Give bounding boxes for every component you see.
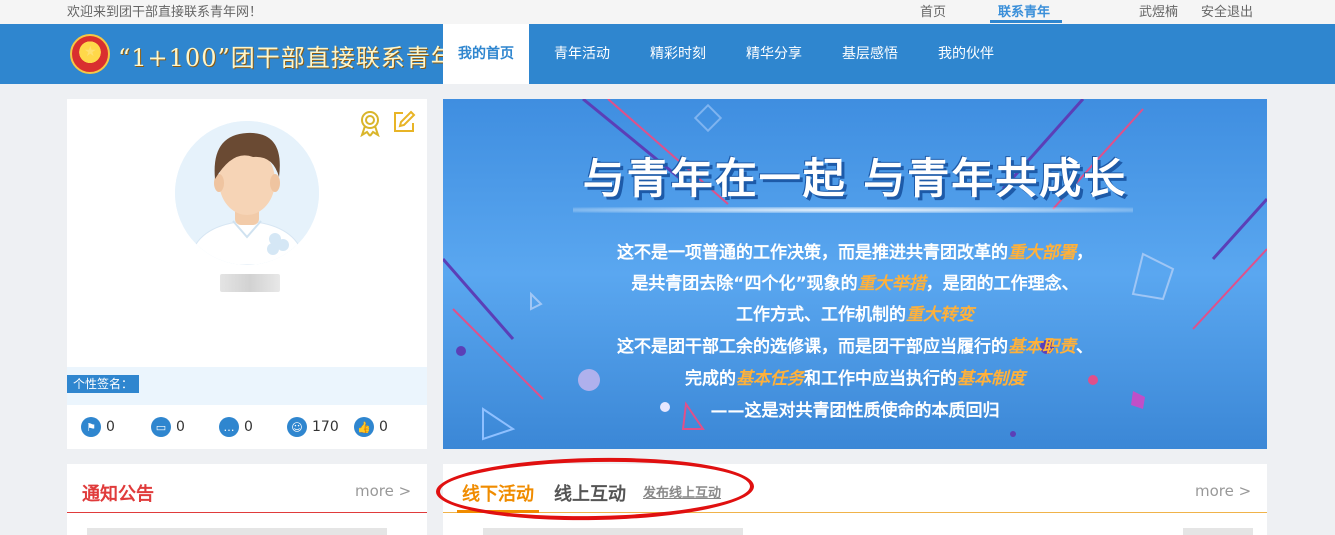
activity-more-link[interactable]: more > xyxy=(1195,482,1251,500)
stat-value: 0 xyxy=(176,419,185,435)
stat-messages[interactable]: … 0 xyxy=(219,415,253,439)
logout-link[interactable]: 安全退出 xyxy=(1201,1,1253,20)
banner-glow xyxy=(573,207,1133,213)
stat-value: 0 xyxy=(379,419,388,435)
user-icon: ☺ xyxy=(287,417,307,437)
signature-label: 个性签名： xyxy=(67,375,140,393)
stat-contacts[interactable]: ☺ 170 xyxy=(287,415,339,439)
user-name[interactable]: 武煜楠 xyxy=(1139,1,1178,20)
nav-grassroots[interactable]: 基层感悟 xyxy=(828,24,912,84)
banner-highlight: 重大举措 xyxy=(857,274,926,294)
top-bar: 欢迎来到团干部直接联系青年网！ 首页 联系青年 武煜楠 安全退出 xyxy=(0,0,1335,24)
signature-bar: 个性签名： xyxy=(67,367,427,405)
nav-my-home[interactable]: 我的首页 xyxy=(443,24,529,84)
list-item[interactable] xyxy=(87,528,387,535)
banner-text: 和工作中应当执行的 xyxy=(804,369,957,389)
banner-line-4: 这不是团干部工余的选修课，而是团干部应当履行的基本职责、 xyxy=(443,332,1267,357)
edit-icon[interactable] xyxy=(392,110,416,134)
award-icon[interactable] xyxy=(357,109,383,137)
activity-panel: 线下活动 线上互动 发布线上互动 more > xyxy=(443,464,1267,535)
banner-text: 这不是一项普通的工作决策，而是推进共青团改革的 xyxy=(617,243,1008,263)
notice-title: 通知公告 xyxy=(82,484,154,505)
main-nav: ★ “1+100”团干部直接联系青年 我的首页 青年活动 精彩时刻 精华分享 基… xyxy=(0,24,1335,84)
monitor-icon: ▭ xyxy=(151,417,171,437)
banner-line-2: 是共青团去除“四个化”现象的重大举措，是团的工作理念、 xyxy=(443,269,1267,294)
username-blurred xyxy=(220,274,280,292)
active-link-underline xyxy=(990,20,1062,23)
thumbs-up-icon: 👍 xyxy=(354,417,374,437)
stat-value: 170 xyxy=(312,419,339,435)
notice-divider xyxy=(67,512,427,513)
list-item[interactable] xyxy=(483,528,743,535)
nav-my-partners[interactable]: 我的伙伴 xyxy=(924,24,1008,84)
stat-value: 0 xyxy=(106,419,115,435)
avatar[interactable] xyxy=(175,121,319,265)
banner-text: ， xyxy=(1076,243,1093,263)
flag-icon: ⚑ xyxy=(81,417,101,437)
banner-text: ，是团的工作理念、 xyxy=(925,274,1079,294)
notice-more-link[interactable]: more > xyxy=(355,482,411,500)
profile-card: 个性签名： ⚑ 0 ▭ 0 … 0 ☺ 170 👍 0 xyxy=(67,99,427,449)
welcome-text: 欢迎来到团干部直接联系青年网！ xyxy=(67,5,263,20)
tab-online-interaction[interactable]: 线上互动 xyxy=(554,480,626,506)
youth-league-logo-icon: ★ xyxy=(70,34,110,74)
contact-youth-link[interactable]: 联系青年 xyxy=(998,1,1050,20)
stat-flags[interactable]: ⚑ 0 xyxy=(81,415,115,439)
activity-divider xyxy=(443,512,1267,513)
active-tab-underline xyxy=(457,510,539,513)
banner-text: ——这是对共青团性质使命的本质回归 xyxy=(710,401,1000,421)
tab-offline-activities[interactable]: 线下活动 xyxy=(462,480,534,506)
chat-icon: … xyxy=(219,417,239,437)
banner-highlight: 重大转变 xyxy=(906,305,974,325)
stat-screens[interactable]: ▭ 0 xyxy=(151,415,185,439)
banner-text: 这不是团干部工余的选修课，而是团干部应当履行的 xyxy=(617,337,1008,357)
banner-line-1: 这不是一项普通的工作决策，而是推进共青团改革的重大部署， xyxy=(443,238,1267,263)
stat-value: 0 xyxy=(244,419,253,435)
stat-likes[interactable]: 👍 0 xyxy=(354,415,388,439)
site-title: “1+100”团干部直接联系青年 xyxy=(118,44,456,72)
banner-text: 完成的 xyxy=(685,369,736,389)
profile-stats: ⚑ 0 ▭ 0 … 0 ☺ 170 👍 0 xyxy=(67,415,427,439)
banner-line-6: ——这是对共青团性质使命的本质回归 xyxy=(443,396,1267,421)
banner-title: 与青年在一起 与青年共成长 xyxy=(582,154,1128,203)
list-item-date xyxy=(1183,528,1253,535)
publish-online-interaction-link[interactable]: 发布线上互动 xyxy=(643,482,721,501)
nav-highlights[interactable]: 精彩时刻 xyxy=(636,24,720,84)
banner-highlight: 基本任务 xyxy=(736,369,804,389)
banner-line-3: 工作方式、工作机制的重大转变 xyxy=(443,300,1267,325)
nav-best-shares[interactable]: 精华分享 xyxy=(732,24,816,84)
banner-highlight: 重大部署 xyxy=(1008,243,1076,263)
notice-panel: 通知公告 more > xyxy=(67,464,427,535)
banner-text: 工作方式、工作机制的 xyxy=(736,305,906,325)
banner-line-5: 完成的基本任务和工作中应当执行的基本制度 xyxy=(443,364,1267,389)
home-link[interactable]: 首页 xyxy=(920,1,946,20)
banner-text: 是共青团去除“四个化”现象的 xyxy=(631,274,858,294)
hero-banner[interactable]: 与青年在一起 与青年共成长 这不是一项普通的工作决策，而是推进共青团改革的重大部… xyxy=(443,99,1267,449)
banner-highlight: 基本制度 xyxy=(957,369,1025,389)
nav-youth-activities[interactable]: 青年活动 xyxy=(540,24,624,84)
banner-text: 、 xyxy=(1076,337,1093,357)
banner-highlight: 基本职责 xyxy=(1008,337,1076,357)
